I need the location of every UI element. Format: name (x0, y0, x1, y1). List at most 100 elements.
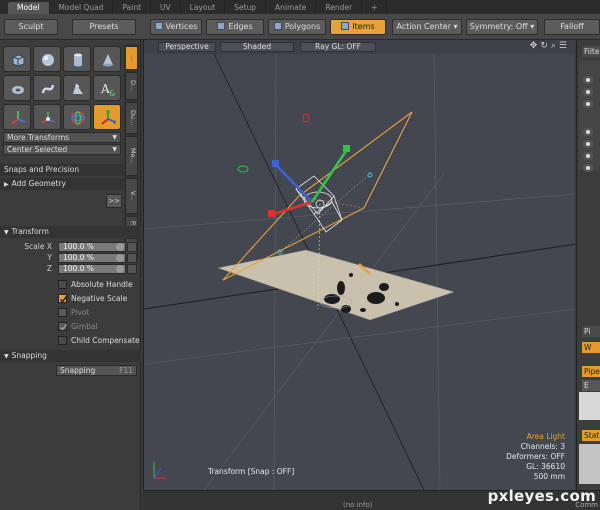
3d-viewport[interactable]: Perspective Shaded Ray GL: OFF ✥↻⌕☰ Tran… (143, 40, 575, 490)
child-compensate-checkbox[interactable] (58, 336, 67, 345)
tab-setup[interactable]: Setup (225, 2, 266, 14)
tab-layout[interactable]: Layout (181, 2, 226, 14)
tool-status: Transform [Snap : OFF] (208, 467, 295, 476)
collapse-triangle-icon: ▶ (4, 181, 9, 188)
tab-paint[interactable]: Paint (113, 2, 152, 14)
presets-button[interactable]: Presets (72, 19, 136, 35)
sculpt-button[interactable]: Sculpt (4, 19, 58, 35)
e-row[interactable]: E (582, 380, 600, 391)
falloff-dropdown[interactable]: Falloff (544, 19, 600, 35)
pipeline-list[interactable] (579, 392, 600, 420)
viewport-info: Area Light Channels: 3 Deformers: OFF GL… (506, 432, 565, 482)
vtab-me[interactable]: Me... (125, 136, 138, 176)
add-tab-button[interactable]: + (362, 2, 388, 14)
items-button[interactable]: Items (330, 19, 386, 35)
visibility-eye-icon[interactable] (583, 152, 593, 160)
spin-icon[interactable] (116, 254, 124, 262)
link-icon[interactable] (127, 253, 137, 263)
items-icon (341, 22, 350, 30)
vtab-v[interactable]: V... (125, 178, 138, 214)
statistics-list[interactable] (579, 444, 600, 484)
gimbal-checkbox[interactable] (58, 322, 68, 331)
visibility-eye-icon[interactable] (583, 140, 593, 148)
y-axis-scale-cube[interactable] (343, 145, 350, 152)
scale-y-field[interactable]: 100.0 % (58, 253, 126, 263)
action-center-dropdown[interactable]: Action Center ▾ (392, 19, 462, 35)
view-type-button[interactable]: Perspective (158, 42, 216, 52)
y-axis-handle[interactable] (310, 150, 348, 203)
vtab-du[interactable]: Du... (125, 102, 138, 134)
edges-icon (217, 22, 226, 30)
visibility-eye-icon[interactable] (583, 164, 593, 172)
scale-x-field[interactable]: 100.0 % (58, 242, 126, 252)
y-rotation-marker[interactable] (237, 165, 249, 173)
info-text: (no info) (343, 501, 373, 509)
spline-icon (41, 84, 55, 94)
tab-model-quad[interactable]: Model Quad (50, 2, 114, 14)
x-axis-handle[interactable] (273, 200, 313, 216)
tab-render[interactable]: Render (316, 2, 363, 14)
visibility-eye-icon[interactable] (583, 88, 593, 96)
tab-animate[interactable]: Animate (266, 2, 317, 14)
vtab-active[interactable]: ... (125, 46, 138, 70)
absolute-handle-checkbox[interactable] (58, 280, 67, 289)
shading-button[interactable]: Shaded (220, 42, 294, 52)
x-rotation-marker[interactable] (302, 113, 310, 123)
expand-button[interactable]: >> (106, 194, 122, 208)
move-tool-button[interactable] (3, 104, 31, 130)
cone-tool-button[interactable] (93, 46, 121, 72)
statistics-section[interactable]: Stat (582, 430, 600, 441)
center-selected-dropdown[interactable]: Center Selected ▼ (3, 144, 121, 155)
spin-icon[interactable] (116, 265, 124, 273)
sphere-tool-button[interactable] (33, 46, 61, 72)
scale-tool-button[interactable] (93, 104, 121, 130)
negative-scale-label: Negative Scale (71, 294, 128, 303)
ground-plane[interactable] (217, 249, 455, 321)
rotate-tool-button[interactable] (33, 104, 61, 130)
z-axis-scale-cube[interactable] (272, 160, 279, 167)
scale-z-field[interactable]: 100.0 % (58, 264, 126, 274)
x-axis-scale-cube[interactable] (268, 210, 275, 217)
items-list-panel: Filte Pi W Pipe E Stat (576, 40, 600, 490)
cylinder-tool-button[interactable] (63, 46, 91, 72)
vertices-button[interactable]: Vertices (150, 19, 202, 35)
text-tool-button[interactable]: A & (93, 75, 121, 101)
visibility-eye-icon[interactable] (583, 100, 593, 108)
vtab-d[interactable]: D... (125, 72, 138, 100)
svg-text:&: & (109, 89, 115, 97)
tab-model[interactable]: Model (8, 2, 50, 14)
ray-gl-button[interactable]: Ray GL: OFF (300, 42, 376, 52)
link-icon[interactable] (127, 242, 137, 252)
deform-tool-button[interactable] (63, 75, 91, 101)
tab-uv[interactable]: UV (151, 2, 181, 14)
edges-button[interactable]: Edges (206, 19, 264, 35)
add-geometry-section[interactable]: ▶ Add Geometry (0, 178, 124, 190)
viewport-nav-icons[interactable]: ✥↻⌕☰ (530, 41, 570, 51)
pen-tool-button[interactable] (33, 75, 61, 101)
transform-section[interactable]: ▼ Transform (0, 226, 141, 238)
visibility-eye-icon[interactable] (583, 128, 593, 136)
snapping-section[interactable]: ▼ Snapping (0, 350, 141, 362)
w-tab[interactable]: W (582, 342, 600, 353)
torus-tool-button[interactable] (3, 75, 31, 101)
more-transforms-dropdown[interactable]: More Transforms ▼ (3, 132, 121, 143)
transform-tool-button[interactable] (63, 104, 91, 130)
link-icon[interactable] (127, 264, 137, 274)
polygons-button[interactable]: Polygons (268, 19, 326, 35)
spin-icon[interactable] (116, 243, 124, 251)
symmetry-dropdown[interactable]: Symmetry: Off ▾ (466, 19, 538, 35)
cube-tool-button[interactable] (3, 46, 31, 72)
pivot-checkbox[interactable] (58, 308, 67, 317)
properties-tab[interactable]: Pi (582, 326, 600, 337)
filter-field[interactable]: Filte (582, 46, 600, 57)
snaps-precision-section[interactable]: Snaps and Precision (0, 164, 124, 176)
gl-count: GL: 36610 (526, 462, 565, 471)
checkmark-icon (59, 296, 68, 303)
negative-scale-checkbox[interactable] (58, 294, 68, 303)
child-compensate-label: Child Compensate (71, 336, 140, 345)
visibility-eye-icon[interactable] (583, 76, 593, 84)
pipeline-section[interactable]: Pipe (582, 366, 600, 377)
transform-sphere-icon (71, 111, 85, 125)
snapping-toggle[interactable]: Snapping F11 (56, 365, 137, 376)
mode-toolbar: Sculpt Presets Vertices Edges Polygons I… (0, 14, 600, 40)
